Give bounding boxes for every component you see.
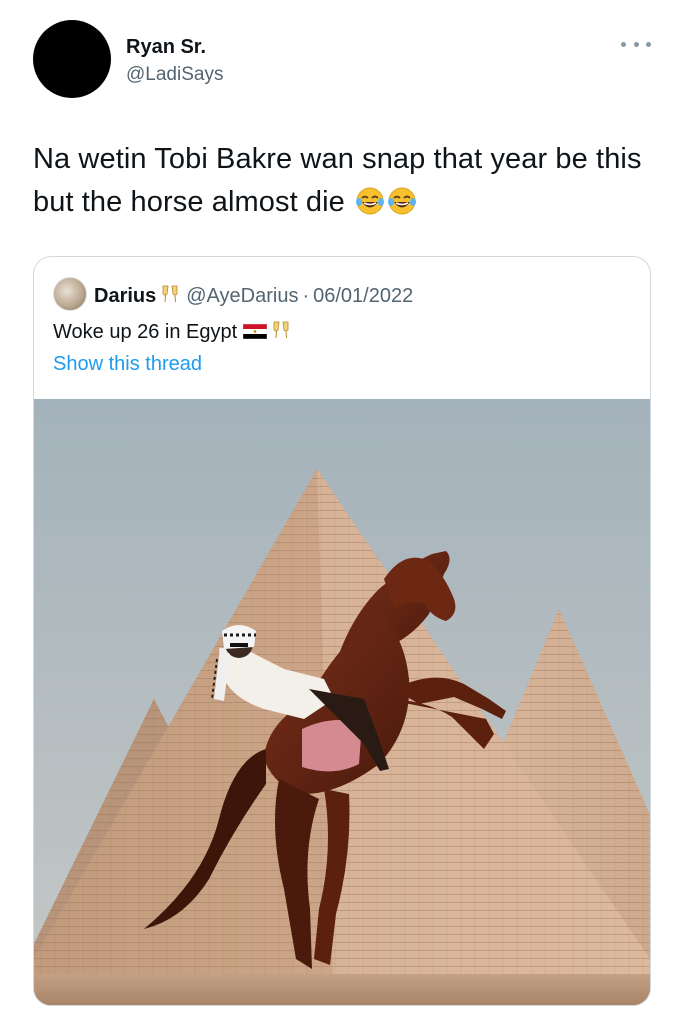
more-dot	[633, 41, 639, 47]
author-name[interactable]: Ryan Sr.	[126, 36, 206, 59]
tweet-photo[interactable]	[34, 399, 650, 1005]
quoted-author-handle[interactable]: @AyeDarius	[186, 285, 298, 307]
clinking-glasses-icon	[273, 321, 289, 339]
quoted-text: Woke up 26 in Egypt	[53, 319, 291, 344]
tweet-text-body: Na wetin Tobi Bakre wan snap that year b…	[33, 143, 642, 218]
laughing-emoji-icon	[388, 187, 417, 215]
more-dot	[646, 41, 651, 47]
quoted-author-avatar[interactable]	[53, 277, 87, 311]
author-handle[interactable]: @LadiSays	[126, 64, 223, 86]
laughing-emoji-icon	[356, 187, 385, 215]
tweet-text: Na wetin Tobi Bakre wan snap that year b…	[33, 138, 653, 224]
quoted-author-name[interactable]: Darius	[94, 285, 156, 307]
tweet: Ryan Sr. @LadiSays Na wetin Tobi Bakre w…	[0, 0, 684, 1024]
more-dot	[621, 41, 626, 47]
quoted-tweet[interactable]: Darius @AyeDarius · 06/01/2022 Woke up 26 …	[33, 256, 651, 1006]
show-thread-link[interactable]: Show this thread	[53, 353, 202, 376]
more-options-icon[interactable]	[621, 34, 651, 54]
author-avatar[interactable]	[33, 20, 111, 98]
quoted-date[interactable]: 06/01/2022	[313, 285, 413, 307]
separator-dot: ·	[302, 285, 310, 307]
egypt-flag-icon	[243, 324, 268, 339]
quoted-header: Darius @AyeDarius · 06/01/2022	[94, 283, 413, 308]
clinking-glasses-icon	[162, 285, 178, 303]
quoted-text-body: Woke up 26 in Egypt	[53, 321, 238, 343]
